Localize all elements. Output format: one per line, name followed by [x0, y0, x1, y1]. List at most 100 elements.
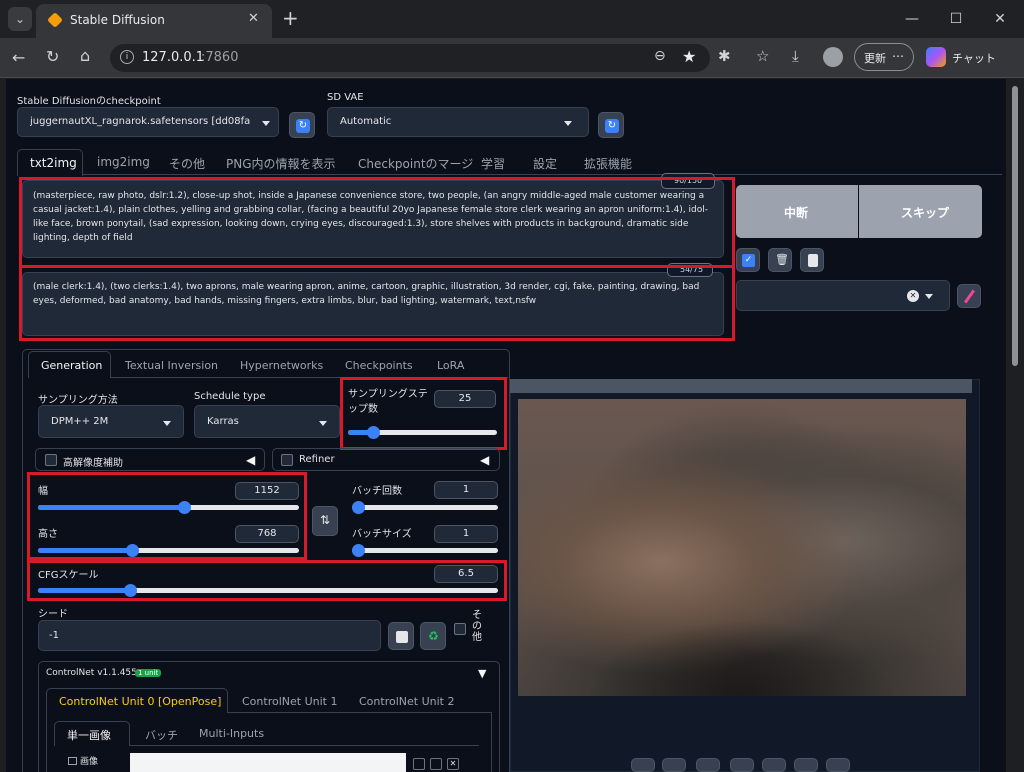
read-params-button[interactable]: ✓	[736, 248, 760, 272]
bookmark-star-icon[interactable]: ★	[682, 47, 696, 66]
hires-fix-checkbox[interactable]	[45, 454, 57, 466]
prompt-textarea[interactable]: (masterpiece, raw photo, dslr:1.2), clos…	[22, 180, 724, 258]
skip-button[interactable]: スキップ	[859, 185, 982, 238]
home-icon[interactable]: ⌂	[80, 46, 90, 65]
batch-count-slider-handle[interactable]	[352, 501, 365, 514]
seed-extra-checkbox[interactable]	[454, 623, 466, 635]
page-scrollbar-thumb[interactable]	[1012, 86, 1018, 366]
clear-selection-icon[interactable]: ✕	[907, 290, 919, 302]
vae-select[interactable]: Automatic	[327, 107, 589, 137]
height-slider-handle[interactable]	[125, 544, 139, 557]
favorites-icon[interactable]: ☆	[756, 47, 769, 65]
copy-image-icon[interactable]	[430, 758, 442, 770]
clear-prompt-button[interactable]: 🗑	[768, 248, 792, 272]
steps-slider[interactable]	[348, 426, 497, 439]
chat-label[interactable]: チャット	[952, 50, 996, 66]
zoom-icon[interactable]: ⊖	[654, 48, 666, 64]
height-number-input[interactable]: 768	[235, 525, 299, 543]
cfg-number-input[interactable]: 6.5	[434, 565, 498, 583]
browser-tab[interactable]: Stable Diffusion ✕	[36, 4, 272, 38]
tab-controlnet-unit-0-label: ControlNet Unit 0 [OpenPose]	[59, 695, 222, 708]
random-seed-button[interactable]	[388, 622, 414, 650]
new-tab-button[interactable]: +	[282, 6, 299, 30]
refresh-vae-button[interactable]: ↻	[598, 112, 624, 138]
interrupt-button[interactable]: 中断	[736, 185, 858, 238]
dice-icon	[396, 631, 408, 643]
controlnet-image-dropzone[interactable]	[130, 753, 406, 772]
swap-dimensions-button[interactable]: ⇅	[312, 506, 338, 536]
styles-select[interactable]: ✕	[736, 280, 950, 311]
tab-hypernetworks[interactable]: Hypernetworks	[240, 359, 323, 372]
update-button[interactable]: 更新 ⋯	[854, 43, 914, 71]
refresh-checkpoint-button[interactable]: ↻	[289, 112, 315, 138]
tab-lora[interactable]: LoRA	[437, 359, 464, 372]
refiner-accordion[interactable]: Refiner ◀	[272, 448, 500, 471]
send-to-img2img-button[interactable]	[730, 758, 754, 772]
checkpoint-select[interactable]: juggernautXL_ragnarok.safetensors [dd08f…	[17, 107, 279, 137]
width-number-input[interactable]: 1152	[235, 482, 299, 500]
reuse-seed-button[interactable]: ♻	[420, 622, 446, 650]
cfg-slider[interactable]	[38, 584, 498, 597]
send-to-inpaint-button[interactable]	[762, 758, 786, 772]
save-button[interactable]	[662, 758, 686, 772]
profile-avatar-icon[interactable]	[823, 47, 843, 67]
site-info-icon[interactable]: i	[120, 50, 134, 64]
tab-controlnet-unit-2[interactable]: ControlNet Unit 2	[359, 695, 454, 708]
upscale-button[interactable]	[826, 758, 850, 772]
maximize-button[interactable]: ☐	[936, 0, 976, 38]
styles-button[interactable]	[800, 248, 824, 272]
copilot-icon[interactable]	[926, 47, 946, 67]
tab-textual-inversion[interactable]: Textual Inversion	[125, 359, 218, 372]
url-bar[interactable]: i 127.0.0.1 :7860 ⊖ ★	[110, 44, 710, 72]
tab-png-info[interactable]: PNG内の情報を表示	[226, 155, 336, 172]
height-slider[interactable]	[38, 544, 299, 557]
send-to-extras-button[interactable]	[794, 758, 818, 772]
batch-size-number-input[interactable]: 1	[434, 525, 498, 543]
tab-img2img[interactable]: img2img	[97, 155, 150, 169]
batch-count-number-input[interactable]: 1	[434, 481, 498, 499]
controlnet-collapse-icon[interactable]: ▼	[478, 667, 486, 680]
reload-icon[interactable]: ↻	[46, 47, 59, 66]
batch-size-slider[interactable]	[352, 544, 498, 557]
tab-controlnet-unit-1[interactable]: ControlNet Unit 1	[242, 695, 337, 708]
zip-button[interactable]	[696, 758, 720, 772]
schedule-select[interactable]: Karras	[194, 405, 340, 438]
edit-styles-button[interactable]	[957, 284, 981, 308]
batch-size-slider-handle[interactable]	[352, 544, 365, 557]
open-folder-button[interactable]	[631, 758, 655, 772]
tab-txt2img[interactable]: txt2img	[17, 149, 83, 176]
tab-batch[interactable]: バッチ	[145, 727, 178, 743]
extensions-icon[interactable]: ✱	[718, 47, 731, 65]
sampler-select[interactable]: DPM++ 2M	[38, 405, 184, 438]
tab-checkpoints[interactable]: Checkpoints	[345, 359, 413, 372]
minimize-button[interactable]: —	[892, 0, 932, 38]
tab-controlnet-unit-0[interactable]: ControlNet Unit 0 [OpenPose]	[46, 688, 228, 713]
refiner-checkbox[interactable]	[281, 454, 293, 466]
edit-image-icon[interactable]	[413, 758, 425, 770]
download-icon[interactable]: ⤓	[792, 47, 799, 65]
tab-checkpoint-merger[interactable]: Checkpointのマージ	[358, 155, 473, 172]
tab-settings[interactable]: 設定	[533, 155, 557, 172]
tab-extras[interactable]: その他	[169, 155, 205, 172]
tab-generation[interactable]: Generation	[28, 351, 111, 378]
tab-search-button[interactable]: ⌄	[8, 7, 32, 31]
hires-fix-accordion[interactable]: 高解像度補助 ◀	[35, 448, 265, 471]
remove-image-icon[interactable]: ✕	[447, 758, 459, 770]
collapse-triangle-icon[interactable]: ◀	[246, 453, 255, 467]
seed-input[interactable]: -1	[38, 620, 381, 651]
negative-prompt-textarea[interactable]: (male clerk:1.4), (two clerks:1.4), two …	[22, 272, 724, 336]
collapse-triangle-icon[interactable]: ◀	[480, 453, 489, 467]
steps-number-input[interactable]: 25	[434, 390, 496, 408]
tab-single-image[interactable]: 単一画像	[54, 721, 130, 746]
tab-generation-label: Generation	[41, 359, 103, 372]
width-slider[interactable]	[38, 501, 299, 514]
tab-extensions[interactable]: 拡張機能	[584, 155, 632, 172]
tab-train[interactable]: 学習	[481, 155, 505, 172]
checkpoint-value: juggernautXL_ragnarok.safetensors [dd08f…	[30, 116, 250, 127]
batch-count-slider[interactable]	[352, 501, 498, 514]
tab-multi-inputs[interactable]: Multi-Inputs	[199, 727, 264, 740]
tab-close-icon[interactable]: ✕	[248, 11, 259, 26]
cfg-slider-handle[interactable]	[124, 584, 137, 597]
window-close-button[interactable]: ✕	[980, 0, 1020, 38]
back-arrow-icon[interactable]: ←	[12, 48, 25, 67]
